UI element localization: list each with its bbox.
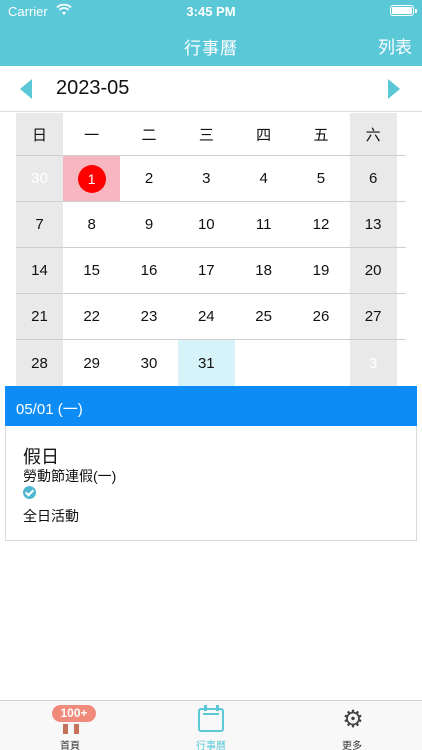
calendar-day[interactable]: 2 [120,156,177,201]
weekday-label: 二 [141,126,157,144]
gear-icon: ⚙ [342,706,364,733]
calendar-day[interactable]: 25 [235,294,292,339]
check-circle-icon [23,486,36,499]
weekday-label: 一 [84,126,100,144]
calendar-day-empty [292,340,349,386]
calendar-day[interactable]: 30 [16,156,63,201]
tab-more[interactable]: ⚙ 更多 [282,701,422,750]
calendar-week: 30 1 2 3 4 5 6 [16,156,406,202]
calendar-day[interactable]: 5 [292,156,349,201]
calendar-week: 7 8 9 10 11 12 13 [16,202,406,248]
event-description: 勞動節連假(一) [23,468,117,484]
calendar-day-selected[interactable]: 1 [63,156,121,201]
tab-label: 更多 [342,741,362,750]
event-card[interactable]: 假日 勞動節連假(一) 全日活動 [5,426,417,541]
calendar-day[interactable]: 30 [120,340,177,386]
calendar-day[interactable]: 14 [16,248,63,293]
calendar-week: 21 22 23 24 25 26 27 [16,294,406,340]
weekday-label: 四 [256,126,272,144]
calendar-day[interactable]: 4 [235,156,292,201]
tab-calendar[interactable]: 行事曆 [141,701,281,750]
app-header: Carrier 3:45 PM 行事曆 列表 [0,0,422,66]
prev-month-icon[interactable] [20,79,32,99]
calendar-day[interactable]: 16 [120,248,177,293]
month-navigator: 2023-05 [0,66,422,112]
calendar-day[interactable]: 27 [349,294,397,339]
list-view-button[interactable]: 列表 [378,33,412,58]
weekday-header: 日 一 二 三 四 五 六 [16,113,406,156]
battery-icon [390,5,417,16]
calendar-week: 14 15 16 17 18 19 20 [16,248,406,294]
calendar-day[interactable]: 15 [63,248,120,293]
calendar-day[interactable]: 3 [349,340,397,386]
notification-badge: 100+ [52,705,96,722]
status-bar: Carrier 3:45 PM [0,0,422,22]
calendar-grid: 日 一 二 三 四 五 六 30 1 2 3 4 5 6 7 8 9 10 11… [16,113,406,386]
weekday-label: 六 [349,113,397,155]
weekday-label: 五 [313,126,329,144]
calendar-icon [198,705,224,732]
calendar-day[interactable]: 3 [178,156,235,201]
calendar-day[interactable]: 22 [63,294,120,339]
calendar-day[interactable]: 29 [63,340,120,386]
tab-label: 首頁 [60,741,80,750]
weekday-label: 三 [198,126,214,144]
calendar-day[interactable]: 10 [178,202,235,247]
status-time: 3:45 PM [186,4,236,19]
page-title: 行事曆 [184,39,238,58]
calendar-day[interactable]: 23 [120,294,177,339]
month-label: 2023-05 [56,77,130,99]
calendar-day[interactable]: 20 [349,248,397,293]
calendar-day[interactable]: 28 [16,340,63,386]
calendar-day[interactable]: 11 [235,202,292,247]
next-month-icon[interactable] [388,79,400,99]
selected-date-bar: 05/01 (一) [5,386,417,426]
calendar-day[interactable]: 24 [178,294,235,339]
calendar-day-empty [235,340,292,386]
calendar-day[interactable]: 18 [235,248,292,293]
calendar-day[interactable]: 19 [292,248,349,293]
tab-label: 行事曆 [196,741,226,750]
weekday-label: 日 [16,113,63,155]
calendar-day[interactable]: 9 [120,202,177,247]
calendar-day[interactable]: 8 [63,202,120,247]
calendar-day[interactable]: 6 [349,156,397,201]
selected-day-marker: 1 [77,164,106,193]
calendar-day[interactable]: 13 [349,202,397,247]
tab-home[interactable]: 100+ 首頁 [0,701,140,750]
event-all-day-label: 全日活動 [23,508,79,524]
tab-bar: 100+ 首頁 行事曆 ⚙ 更多 [0,700,422,750]
calendar-day[interactable]: 17 [178,248,235,293]
calendar-day[interactable]: 26 [292,294,349,339]
calendar-week: 28 29 30 31 3 [16,340,406,386]
calendar-day[interactable]: 21 [16,294,63,339]
calendar-day-today[interactable]: 31 [177,340,235,386]
calendar-day[interactable]: 12 [292,202,349,247]
calendar-day[interactable]: 7 [16,202,63,247]
